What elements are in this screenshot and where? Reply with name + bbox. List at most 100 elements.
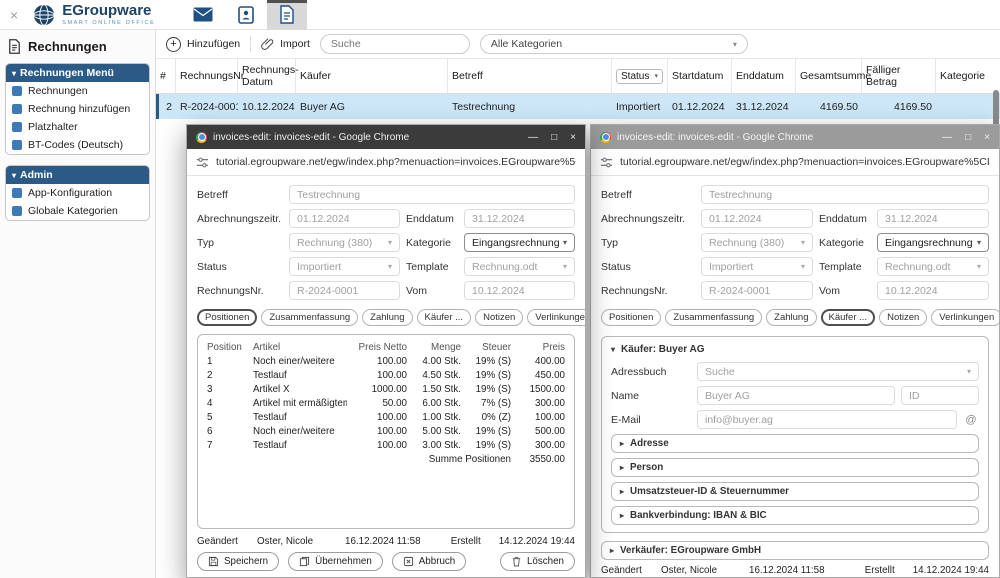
modified-label: Geändert bbox=[197, 536, 257, 547]
invoice-row[interactable]: 2 R-2024-0001 10.12.2024 Buyer AG Testre… bbox=[156, 94, 1000, 119]
buyer-id-input[interactable]: ID bbox=[901, 386, 979, 405]
sidebar-item-platzhalter[interactable]: Platzhalter bbox=[6, 118, 149, 136]
maximize-button[interactable]: □ bbox=[965, 132, 971, 143]
close-sidebar-icon[interactable]: × bbox=[10, 7, 18, 23]
enddatum-input[interactable]: 31.12.2024 bbox=[464, 209, 575, 228]
sidebar-section-rechnungen-menu[interactable]: ▾ Rechnungen Menü bbox=[6, 64, 149, 82]
save-button[interactable]: Speichern bbox=[197, 552, 279, 571]
startdatum-input[interactable]: 01.12.2024 bbox=[701, 209, 813, 228]
section-person[interactable]: ▸ Person bbox=[611, 458, 979, 477]
rechnungsnr-input[interactable]: R-2024-0001 bbox=[701, 281, 813, 300]
betreff-input[interactable]: Testrechnung bbox=[289, 185, 575, 204]
cancel-button[interactable]: Abbruch bbox=[392, 552, 467, 571]
status-select[interactable]: Importiert▾ bbox=[289, 257, 400, 276]
column-header-rechnungsdatum[interactable]: Rechnungs-Datum bbox=[238, 59, 296, 93]
enddatum-label: Enddatum bbox=[406, 213, 458, 225]
cell-gesamtsumme: 4169.50 bbox=[796, 101, 862, 113]
close-button[interactable]: × bbox=[984, 132, 990, 143]
url-bar[interactable]: tutorial.egroupware.net/egw/index.php?me… bbox=[591, 149, 999, 176]
sidebar-item-globale-kategorien[interactable]: Globale Kategorien bbox=[6, 202, 149, 220]
sidebar-item-label: Rechnung hinzufügen bbox=[28, 103, 130, 115]
position-cell: Testlauf bbox=[253, 412, 347, 423]
tab-notizen[interactable]: Notizen bbox=[475, 309, 523, 326]
site-info-icon[interactable] bbox=[196, 156, 209, 169]
section-adresse[interactable]: ▸ Adresse bbox=[611, 434, 979, 453]
minimize-button[interactable]: — bbox=[942, 132, 952, 143]
buyer-name-input[interactable]: Buyer AG bbox=[697, 386, 895, 405]
app-addressbook-icon[interactable] bbox=[225, 0, 267, 30]
adressbuch-select[interactable]: Suche▾ bbox=[697, 362, 979, 381]
position-cell: 1000.00 bbox=[351, 384, 407, 395]
tab-positionen[interactable]: Positionen bbox=[197, 309, 257, 326]
column-header-startdatum[interactable]: Startdatum bbox=[668, 59, 732, 93]
sidebar-item-bt-codes[interactable]: BT-Codes (Deutsch) bbox=[6, 136, 149, 154]
sidebar-section-admin[interactable]: ▾ Admin bbox=[6, 166, 149, 184]
status-select[interactable]: Importiert▾ bbox=[701, 257, 813, 276]
column-header-kaeufer[interactable]: Käufer bbox=[296, 59, 448, 93]
column-header-status: Status ▾ bbox=[612, 59, 668, 93]
kategorie-select[interactable]: Eingangsrechnung▾ bbox=[464, 233, 575, 252]
tab-verlinkungen[interactable]: Verlinkungen bbox=[527, 309, 585, 326]
section-label: Umsatzsteuer-ID & Steuernummer bbox=[630, 486, 789, 497]
tab-kaeufer[interactable]: Käufer ... bbox=[821, 309, 876, 326]
egroupware-logo[interactable]: EGroupware SMART ONLINE OFFICE bbox=[32, 3, 155, 27]
maximize-button[interactable]: □ bbox=[551, 132, 557, 143]
vom-input[interactable]: 10.12.2024 bbox=[877, 281, 989, 300]
section-label: Person bbox=[630, 462, 663, 473]
add-invoice-button[interactable]: + Hinzufügen bbox=[166, 37, 240, 52]
app-mail-icon[interactable] bbox=[181, 0, 225, 30]
app-invoices-icon[interactable] bbox=[267, 0, 307, 30]
tab-verlinkungen[interactable]: Verlinkungen bbox=[931, 309, 999, 326]
import-button[interactable]: Import bbox=[261, 37, 310, 51]
section-bankverbindung[interactable]: ▸ Bankverbindung: IBAN & BIC bbox=[611, 506, 979, 525]
minimize-button[interactable]: — bbox=[528, 132, 538, 143]
column-header-number[interactable]: # bbox=[156, 59, 176, 93]
sidebar-item-rechnung-hinzufuegen[interactable]: Rechnung hinzufügen bbox=[6, 100, 149, 118]
paperclip-icon bbox=[261, 37, 274, 51]
delete-button[interactable]: Löschen bbox=[500, 552, 575, 571]
vom-input[interactable]: 10.12.2024 bbox=[464, 281, 575, 300]
close-button[interactable]: × bbox=[570, 132, 576, 143]
template-select[interactable]: Rechnung.odt▾ bbox=[464, 257, 575, 276]
template-select[interactable]: Rechnung.odt▾ bbox=[877, 257, 989, 276]
section-umsatzsteuer[interactable]: ▸ Umsatzsteuer-ID & Steuernummer bbox=[611, 482, 979, 501]
tab-zusammenfassung[interactable]: Zusammenfassung bbox=[665, 309, 762, 326]
positions-header-artikel: Artikel bbox=[253, 342, 347, 353]
window-titlebar[interactable]: invoices-edit: invoices-edit - Google Ch… bbox=[591, 125, 999, 149]
tab-notizen[interactable]: Notizen bbox=[879, 309, 927, 326]
chevron-down-icon: ▾ bbox=[563, 238, 567, 247]
enddatum-input[interactable]: 31.12.2024 bbox=[877, 209, 989, 228]
tab-zahlung[interactable]: Zahlung bbox=[362, 309, 412, 326]
column-header-betreff[interactable]: Betreff bbox=[448, 59, 612, 93]
rechnungsnr-input[interactable]: R-2024-0001 bbox=[289, 281, 400, 300]
category-filter-select[interactable]: Alle Kategorien ▾ bbox=[480, 34, 748, 54]
column-header-rechnungsnr[interactable]: RechnungsNr. bbox=[176, 59, 238, 93]
kategorie-select[interactable]: Eingangsrechnung▾ bbox=[877, 233, 989, 252]
typ-select[interactable]: Rechnung (380)▾ bbox=[289, 233, 400, 252]
buyer-section-header[interactable]: ▾ Käufer: Buyer AG bbox=[611, 344, 979, 355]
sidebar-item-rechnungen[interactable]: Rechnungen bbox=[6, 82, 149, 100]
section-verkaeufer[interactable]: ▸ Verkäufer: EGroupware GmbH bbox=[601, 541, 989, 560]
site-info-icon[interactable] bbox=[600, 156, 613, 169]
tab-positionen[interactable]: Positionen bbox=[601, 309, 661, 326]
url-bar[interactable]: tutorial.egroupware.net/egw/index.php?me… bbox=[187, 149, 585, 176]
status-filter-select[interactable]: Status ▾ bbox=[616, 69, 663, 84]
template-label: Template bbox=[406, 261, 458, 273]
column-header-gesamtsumme[interactable]: Gesamtsumme bbox=[796, 59, 862, 93]
column-header-faelliger-betrag[interactable]: Fälliger Betrag bbox=[862, 59, 936, 93]
buyer-email-input[interactable]: info@buyer.ag bbox=[697, 410, 957, 429]
tab-zahlung[interactable]: Zahlung bbox=[766, 309, 816, 326]
cell-faelliger-betrag: 4169.50 bbox=[862, 101, 936, 113]
betreff-input[interactable]: Testrechnung bbox=[701, 185, 989, 204]
startdatum-input[interactable]: 01.12.2024 bbox=[289, 209, 400, 228]
position-cell: 3 bbox=[207, 384, 249, 395]
column-header-kategorie[interactable]: Kategorie bbox=[936, 59, 1000, 93]
window-titlebar[interactable]: invoices-edit: invoices-edit - Google Ch… bbox=[187, 125, 585, 149]
tab-kaeufer[interactable]: Käufer ... bbox=[417, 309, 472, 326]
sidebar-item-app-konfiguration[interactable]: App-Konfiguration bbox=[6, 184, 149, 202]
typ-select[interactable]: Rechnung (380)▾ bbox=[701, 233, 813, 252]
search-input[interactable] bbox=[320, 34, 470, 54]
tab-zusammenfassung[interactable]: Zusammenfassung bbox=[261, 309, 358, 326]
column-header-enddatum[interactable]: Enddatum bbox=[732, 59, 796, 93]
apply-button[interactable]: Übernehmen bbox=[288, 552, 383, 571]
